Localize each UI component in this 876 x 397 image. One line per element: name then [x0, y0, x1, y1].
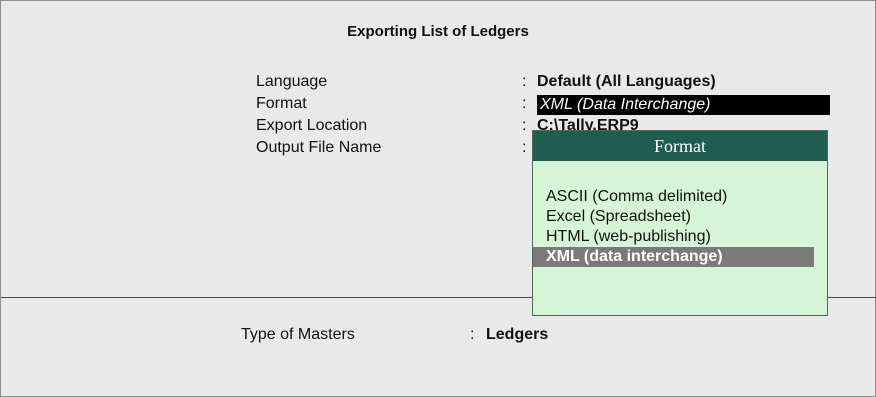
export-location-colon: :	[522, 117, 527, 134]
format-option-excel[interactable]: Excel (Spreadsheet)	[533, 207, 827, 227]
type-of-masters-value[interactable]: Ledgers	[486, 326, 548, 344]
language-label: Language	[256, 73, 328, 90]
type-of-masters-label: Type of Masters	[241, 326, 355, 343]
format-option-html[interactable]: HTML (web-publishing)	[533, 227, 827, 247]
type-of-masters-colon: :	[470, 326, 475, 343]
format-popup-title: Format	[533, 131, 827, 161]
format-option-ascii[interactable]: ASCII (Comma delimited)	[533, 187, 827, 207]
format-value[interactable]: XML (Data Interchange)	[537, 95, 830, 115]
format-colon: :	[522, 95, 527, 112]
export-location-label: Export Location	[256, 117, 368, 134]
output-file-name-label: Output File Name	[256, 139, 382, 156]
output-file-name-colon: :	[522, 139, 527, 156]
format-label: Format	[256, 95, 307, 112]
language-value[interactable]: Default (All Languages)	[537, 73, 716, 91]
page-title: Exporting List of Ledgers	[347, 23, 529, 40]
format-popup: Format ASCII (Comma delimited) Excel (Sp…	[532, 130, 828, 316]
format-option-xml[interactable]: XML (data interchange)	[533, 247, 814, 267]
language-colon: :	[522, 73, 527, 90]
format-option-list: ASCII (Comma delimited) Excel (Spreadshe…	[533, 187, 827, 267]
